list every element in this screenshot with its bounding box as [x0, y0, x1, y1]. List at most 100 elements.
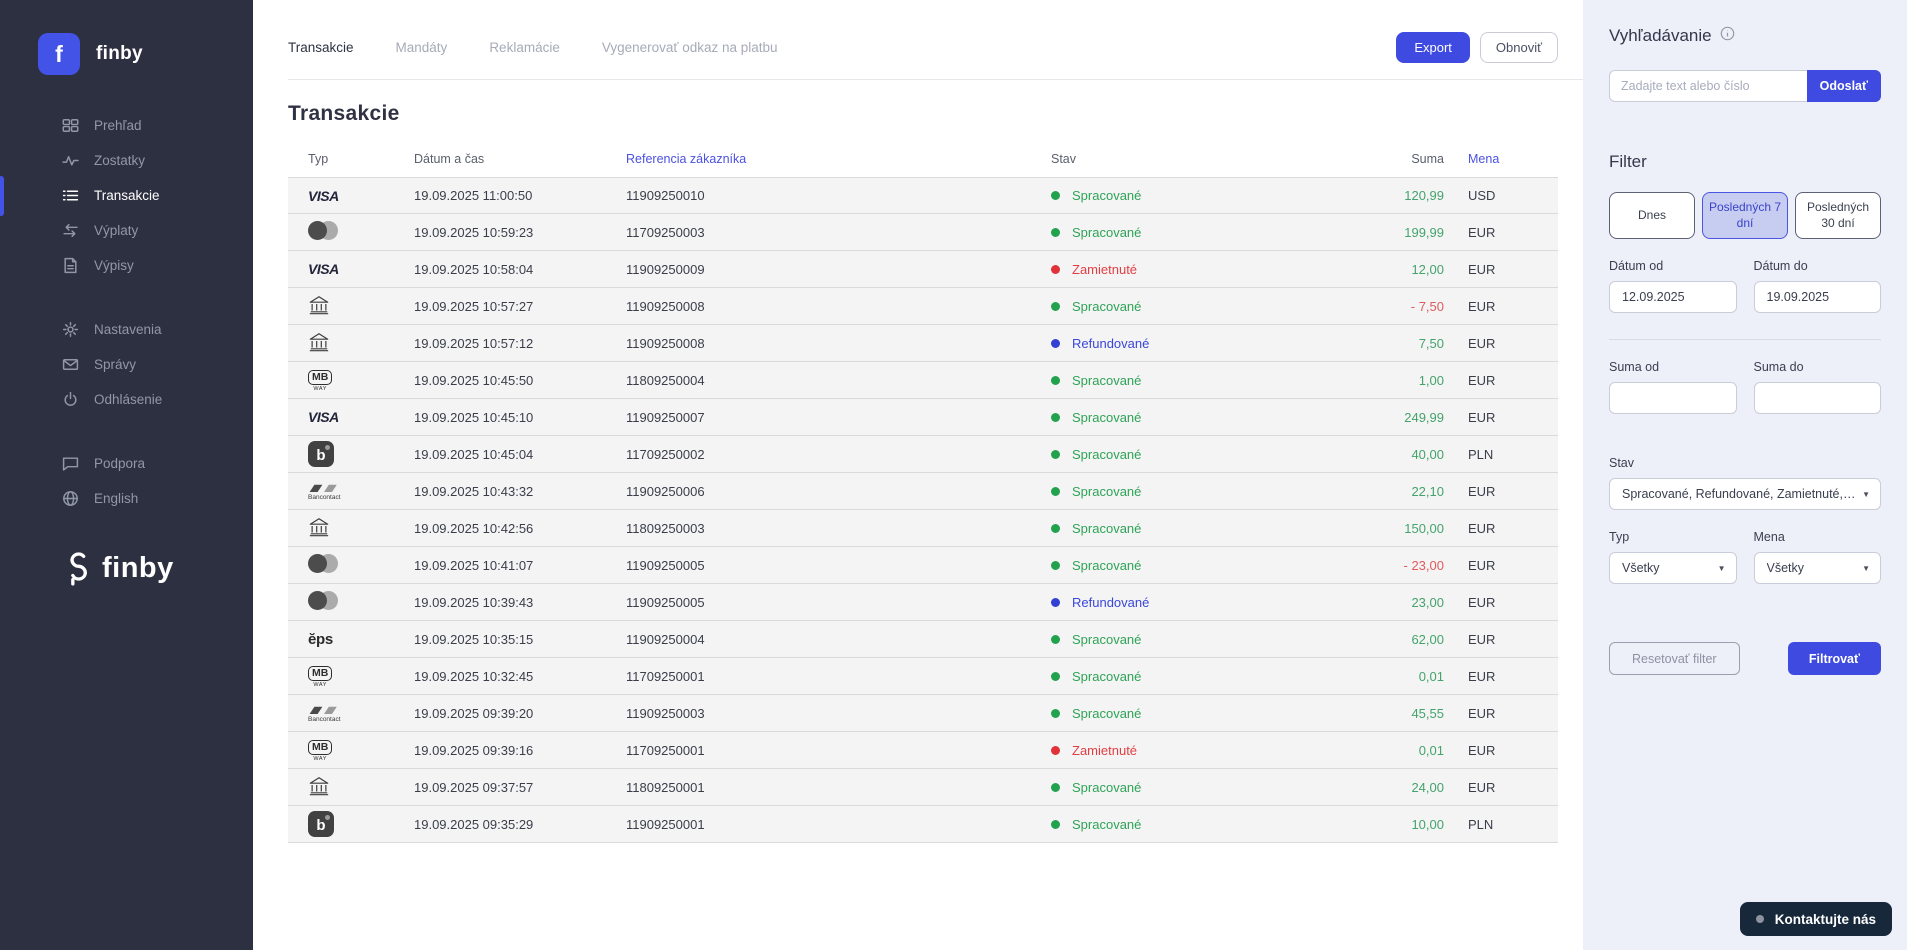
- status-dot-icon: [1051, 486, 1060, 496]
- status-text: Spracované: [1072, 779, 1142, 795]
- table-row[interactable]: b 19.09.2025 09:35:29 11909250001 Spracovan…: [288, 806, 1558, 843]
- sidebar-group: Prehľad Zostatky Transakcie Výplaty Výpisy: [0, 108, 253, 283]
- document-icon: [62, 257, 79, 274]
- bancontact-icon: Bancontact: [308, 705, 341, 723]
- tab-mand-ty[interactable]: Mandáty: [396, 40, 448, 55]
- table-row[interactable]: MB WAY 19.09.2025 09:39:16 11709250001 Zamie…: [288, 732, 1558, 769]
- tab-reklam-cie[interactable]: Reklamácie: [489, 40, 560, 55]
- table-row[interactable]: VISA 19.09.2025 11:00:50 11909250010 Spraco…: [288, 177, 1558, 214]
- table-row[interactable]: 19.09.2025 09:37:57 11809250001 Spracované…: [288, 769, 1558, 806]
- status-text: Zamietnuté: [1072, 742, 1138, 758]
- tab-vygenerova-odkaz-na-platbu[interactable]: Vygenerovať odkaz na platbu: [602, 40, 778, 55]
- currency: EUR: [1468, 742, 1496, 758]
- tabs-row: Transakcie Mandáty Reklamácie Vygenerovať o…: [288, 0, 1583, 80]
- date-from-input[interactable]: [1609, 281, 1737, 313]
- payment-type-cell: [308, 294, 414, 318]
- table-row[interactable]: ĕps 19.09.2025 10:35:15 11909250004 Spracov…: [288, 621, 1558, 658]
- visa-icon: VISA: [308, 261, 339, 277]
- status-dot-icon: [1051, 819, 1060, 829]
- search-input[interactable]: [1609, 70, 1807, 102]
- sidebar-item-podpora[interactable]: Podpora: [0, 446, 253, 481]
- status-badge: Zamietnuté: [1051, 743, 1351, 758]
- table-row[interactable]: 19.09.2025 10:57:27 11909250008 Spracované…: [288, 288, 1558, 325]
- status-text: Spracované: [1072, 631, 1142, 647]
- info-icon[interactable]: [1720, 26, 1735, 46]
- transaction-datetime: 19.09.2025 11:00:50: [414, 188, 533, 203]
- table-row[interactable]: MB WAY 19.09.2025 10:32:45 11709250001 Sprac…: [288, 658, 1558, 695]
- table-row[interactable]: 19.09.2025 10:59:23 11709250003 Spracované…: [288, 214, 1558, 251]
- range-chip-dnes[interactable]: Dnes: [1609, 192, 1695, 239]
- currency-select[interactable]: Všetky ▼: [1753, 552, 1881, 584]
- tab-transakcie[interactable]: Transakcie: [288, 40, 354, 55]
- table-header: Typ Dátum a čas Referencia zákazníka Stav Su…: [288, 141, 1558, 177]
- status-dot-icon: [1051, 708, 1060, 718]
- date-to-label: Dátum do: [1753, 259, 1808, 273]
- type-select[interactable]: Všetky ▼: [1609, 552, 1737, 584]
- column-header[interactable]: Referencia zákazníka: [626, 152, 1051, 166]
- sum-to-input[interactable]: [1753, 382, 1881, 414]
- reset-filter-button[interactable]: Resetovať filter: [1609, 642, 1740, 675]
- bank-transfer-icon: [308, 331, 330, 352]
- brand-name: finby: [96, 43, 143, 64]
- sidebar-item-spravy[interactable]: Správy: [0, 347, 253, 382]
- currency-label: Mena: [1753, 530, 1785, 544]
- export-button[interactable]: Export: [1396, 32, 1470, 63]
- sidebar-item-vyplaty[interactable]: Výplaty: [0, 213, 253, 248]
- page-title: Transakcie: [288, 102, 400, 125]
- sidebar-item-label: Prehľad: [94, 118, 142, 133]
- sidebar-item-zostatky[interactable]: Zostatky: [0, 143, 253, 178]
- sidebar-item-label: Zostatky: [94, 153, 146, 168]
- payment-type-cell: ĕps: [308, 631, 414, 648]
- transaction-datetime: 19.09.2025 10:32:45: [414, 668, 534, 684]
- amount: 7,50: [1418, 335, 1444, 351]
- status-dot-icon: [1051, 227, 1060, 237]
- refresh-button[interactable]: Obnoviť: [1479, 32, 1558, 63]
- table-row[interactable]: VISA 19.09.2025 10:45:10 11909250007 Spraco…: [288, 399, 1558, 436]
- apply-filter-button[interactable]: Filtrovať: [1787, 642, 1881, 675]
- search-submit-button[interactable]: Odoslať: [1806, 70, 1881, 102]
- status-badge: Refundované: [1051, 336, 1351, 351]
- table-row[interactable]: MB WAY 19.09.2025 10:45:50 11809250004 Sprac…: [288, 362, 1558, 399]
- power-icon: [62, 391, 79, 408]
- amount: 24,00: [1411, 779, 1444, 795]
- status-badge: Spracované: [1051, 410, 1351, 425]
- currency: EUR: [1468, 520, 1496, 536]
- transactions-table: Typ Dátum a čas Referencia zákazníka Stav Su…: [288, 141, 1558, 843]
- sum-from-input[interactable]: [1609, 382, 1737, 414]
- gear-icon: [62, 321, 79, 338]
- sidebar-item-transakcie[interactable]: Transakcie: [0, 178, 253, 213]
- status-text: Zamietnuté: [1072, 261, 1138, 277]
- table-row[interactable]: Bancontact 19.09.2025 10:43:32 11909250006…: [288, 473, 1558, 510]
- contact-button[interactable]: Kontaktujte nás: [1739, 902, 1892, 936]
- table-row[interactable]: VISA 19.09.2025 10:58:04 11909250009 Zamiet…: [288, 251, 1558, 288]
- table-row[interactable]: 19.09.2025 10:57:12 11909250008 Refundovan…: [288, 325, 1558, 362]
- range-chip-posledn-ch-7-dn-[interactable]: Posledných 7 dní: [1702, 192, 1788, 239]
- main-content: Transakcie Mandáty Reklamácie Vygenerovať o…: [253, 0, 1583, 950]
- brand[interactable]: f finby: [38, 33, 253, 75]
- sidebar-item-prehlad[interactable]: Prehľad: [0, 108, 253, 143]
- sidebar-item-label: English: [94, 491, 139, 506]
- list-icon: [62, 187, 79, 204]
- transaction-datetime: 19.09.2025 10:42:56: [414, 520, 534, 536]
- column-header[interactable]: Mena: [1444, 152, 1558, 166]
- transaction-datetime: 19.09.2025 10:57:27: [414, 298, 534, 314]
- table-row[interactable]: 19.09.2025 10:42:56 11809250003 Spracované…: [288, 510, 1558, 547]
- sidebar-item-nastavenia[interactable]: Nastavenia: [0, 312, 253, 347]
- range-chip-posledn-ch-30-dn-[interactable]: Posledných 30 dní: [1795, 192, 1881, 239]
- amount: 23,00: [1411, 594, 1444, 610]
- customer-reference: 11709250001: [626, 668, 705, 684]
- customer-reference: 11909250006: [626, 483, 705, 499]
- table-row[interactable]: Bancontact 19.09.2025 09:39:20 11909250003…: [288, 695, 1558, 732]
- status-badge: Spracované: [1051, 669, 1351, 684]
- table-row[interactable]: b 19.09.2025 10:45:04 11709250002 Spracovan…: [288, 436, 1558, 473]
- date-to-input[interactable]: [1753, 281, 1881, 313]
- sidebar-item-odhlasenie[interactable]: Odhlásenie: [0, 382, 253, 417]
- sidebar-item-vypisy[interactable]: Výpisy: [0, 248, 253, 283]
- customer-reference: 11909250007: [626, 409, 705, 425]
- status-select[interactable]: Spracované, Refundované, Zamietnuté, ...…: [1609, 478, 1881, 510]
- table-row[interactable]: 19.09.2025 10:41:07 11909250005 Spracované…: [288, 547, 1558, 584]
- table-row[interactable]: 19.09.2025 10:39:43 11909250005 Refundovan…: [288, 584, 1558, 621]
- sidebar-item-english[interactable]: English: [0, 481, 253, 516]
- transaction-datetime: 19.09.2025 09:39:20: [414, 705, 534, 721]
- sidebar-group: Podpora English: [0, 446, 253, 516]
